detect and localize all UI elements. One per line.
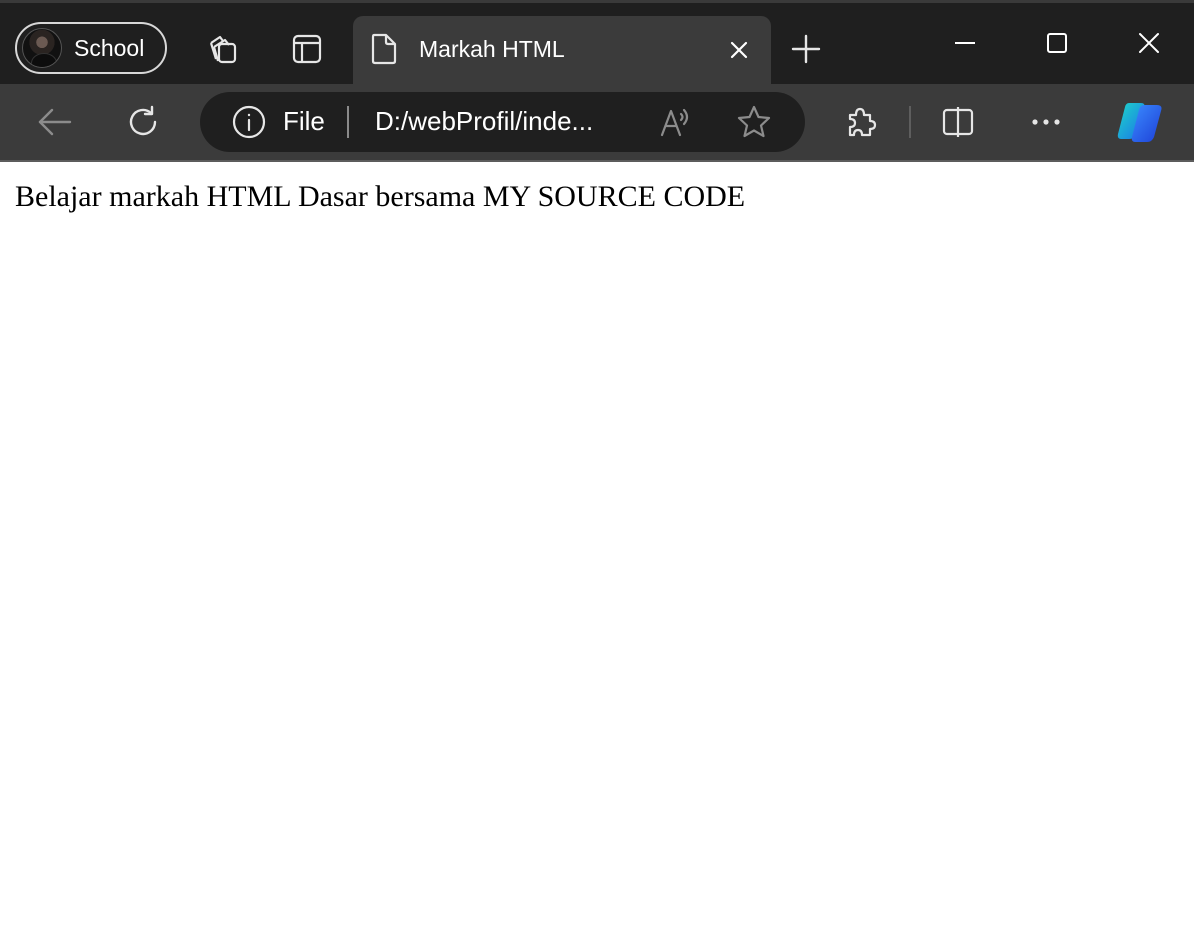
- close-icon: [1139, 33, 1159, 53]
- refresh-icon: [129, 105, 157, 136]
- url-text[interactable]: D:/webProfil/inde...: [375, 106, 593, 137]
- back-arrow-icon: [38, 108, 72, 136]
- toolbar-divider: [909, 106, 911, 138]
- read-aloud-button[interactable]: [656, 104, 696, 140]
- address-bar[interactable]: File D:/webProfil/inde...: [200, 92, 805, 152]
- info-icon[interactable]: [232, 105, 266, 139]
- browser-window: School Markah HTML File D:/webProfil/ind…: [0, 0, 1194, 940]
- plus-icon: [791, 34, 821, 64]
- copilot-button[interactable]: [1114, 98, 1168, 146]
- refresh-button[interactable]: [119, 98, 167, 146]
- close-window-button[interactable]: [1126, 20, 1172, 66]
- copilot-icon: [1117, 103, 1162, 142]
- star-icon: [737, 105, 771, 138]
- extensions-button[interactable]: [837, 98, 885, 146]
- maximize-icon: [1047, 33, 1067, 53]
- tab-title: Markah HTML: [419, 36, 565, 62]
- tab-close-button[interactable]: [723, 34, 755, 66]
- scheme-label[interactable]: File: [283, 106, 325, 137]
- navigation-toolbar: File D:/webProfil/inde...: [0, 84, 1194, 162]
- back-button[interactable]: [31, 98, 79, 146]
- page-content: Belajar markah HTML Dasar bersama MY SOU…: [0, 162, 1194, 940]
- document-icon: [371, 33, 397, 65]
- title-bar: School Markah HTML: [0, 0, 1194, 84]
- split-screen-button[interactable]: [934, 98, 982, 146]
- more-icon: [1032, 119, 1060, 125]
- minimize-icon: [955, 42, 975, 44]
- tab-actions-icon: [292, 34, 322, 64]
- read-aloud-icon: [660, 108, 689, 137]
- puzzle-icon: [848, 107, 877, 137]
- new-tab-button[interactable]: [784, 26, 828, 72]
- more-button[interactable]: [1022, 98, 1070, 146]
- minimize-button[interactable]: [942, 20, 988, 66]
- address-divider: [347, 106, 349, 138]
- user-avatar-icon: [22, 28, 62, 68]
- close-icon: [730, 41, 748, 59]
- tab-markah-html[interactable]: Markah HTML: [353, 16, 771, 84]
- maximize-button[interactable]: [1034, 20, 1080, 66]
- profile-button[interactable]: School: [15, 22, 167, 74]
- split-screen-icon: [942, 107, 974, 137]
- tab-actions-button[interactable]: [284, 26, 330, 72]
- workspaces-button[interactable]: [200, 26, 246, 72]
- favorite-button[interactable]: [734, 102, 774, 142]
- profile-label: School: [74, 34, 145, 61]
- page-text: Belajar markah HTML Dasar bersama MY SOU…: [15, 180, 746, 213]
- workspaces-icon: [209, 35, 237, 64]
